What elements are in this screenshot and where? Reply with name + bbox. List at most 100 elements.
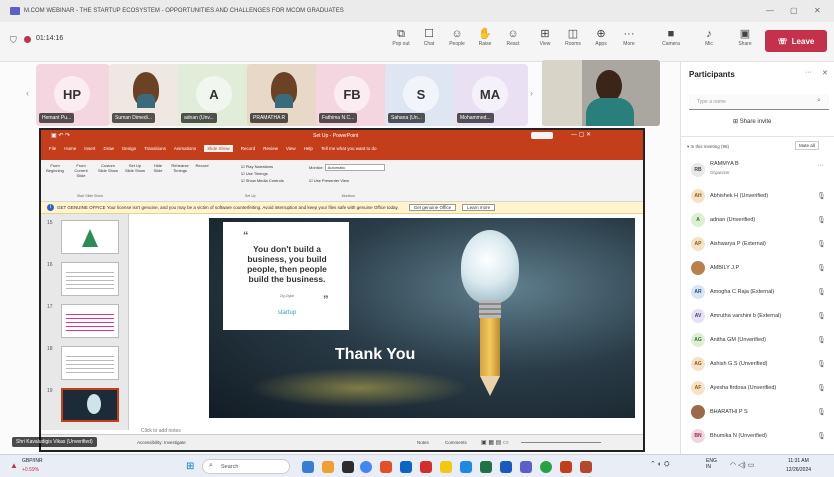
show-media-controls-checkbox[interactable]: ☑ Show Media Controls — [241, 177, 284, 184]
view-button[interactable]: ⊞ View — [532, 27, 558, 47]
participant-row[interactable]: A adnan (Unverified) 🎙 — [681, 208, 834, 232]
tab-record[interactable]: Record — [241, 146, 256, 152]
view-buttons-icon[interactable]: ▣ ▦ ▤ ▭ — [481, 439, 509, 446]
share-button[interactable]: ▣ Share — [732, 27, 758, 47]
popout-button[interactable]: ⧉ Pop out — [388, 27, 414, 47]
tab-help[interactable]: Help — [304, 146, 313, 152]
rehearse-button[interactable]: Rehearse Timings — [170, 163, 190, 178]
language-indicator[interactable]: ENG IN — [706, 458, 717, 470]
react-button[interactable]: ☺ React — [500, 27, 526, 47]
wifi-volume-battery-icon[interactable]: ◠ ◁) ▭ — [730, 461, 754, 469]
file-explorer-icon[interactable] — [440, 461, 452, 473]
meeting-section-toggle[interactable]: ▾ In this meeting (98) — [687, 144, 729, 150]
share-invite-button[interactable]: ⊞ Share invite — [733, 118, 771, 125]
tab-review[interactable]: Review — [263, 146, 278, 152]
scroll-left-icon[interactable]: ‹ — [26, 88, 29, 98]
ellipsis-icon[interactable]: ··· — [805, 69, 812, 76]
app-icon[interactable] — [302, 461, 314, 473]
more-button[interactable]: ··· More — [616, 27, 642, 47]
participant-tile[interactable]: MA Mohammed... — [454, 64, 528, 126]
chrome-icon[interactable] — [360, 461, 372, 473]
mute-all-button[interactable]: Mute all — [795, 141, 819, 150]
app-icon[interactable] — [420, 461, 432, 473]
participant-tile[interactable]: FB Fathima N.C... — [316, 64, 390, 126]
excel-icon[interactable] — [480, 461, 492, 473]
sign-in-button[interactable] — [531, 132, 553, 139]
play-narrations-checkbox[interactable]: ☑ Play Narrations — [241, 163, 284, 170]
maximize-icon[interactable]: ▢ — [790, 6, 798, 15]
tab-slide-show[interactable]: Slide Show — [204, 145, 233, 152]
save-icon[interactable]: ▣ ↶ ↷ — [51, 132, 70, 139]
stocks-icon[interactable]: ▲ — [10, 461, 18, 470]
close-panel-icon[interactable]: ✕ — [822, 69, 828, 77]
learn-more-button[interactable]: Learn more — [462, 204, 496, 211]
participant-row[interactable]: AV Amrutha varshini b (External) 🎙 — [681, 304, 834, 328]
camera-button[interactable]: ■ Camera — [658, 27, 684, 47]
raise-hand-button[interactable]: ✋ Raise — [472, 27, 498, 47]
participant-row[interactable]: BN Bhumika N (Unverified) 🎙 — [681, 424, 834, 448]
clock-date[interactable]: 12/26/2024 — [786, 467, 811, 473]
participant-tile[interactable]: Suman Dimedi... — [109, 64, 183, 126]
get-genuine-button[interactable]: Get genuine Office — [408, 204, 457, 211]
accessibility-status[interactable]: Accessibility: Investigate — [137, 440, 186, 445]
chat-button[interactable]: ☐ Chat — [416, 27, 442, 47]
people-button[interactable]: ☺ People — [444, 27, 470, 47]
window-controls-icon[interactable]: — ▢ ✕ — [571, 131, 591, 138]
app-icon[interactable] — [400, 461, 412, 473]
comments-button[interactable]: Comments — [445, 440, 467, 445]
notes-button[interactable]: Notes — [417, 440, 429, 445]
mic-button[interactable]: ♪ Mic — [696, 27, 722, 47]
app-icon[interactable] — [380, 461, 392, 473]
tab-transitions[interactable]: Transitions — [144, 146, 166, 152]
app-icon[interactable] — [460, 461, 472, 473]
setup-show-button[interactable]: Set Up Slide Show — [124, 163, 146, 178]
participant-tile[interactable]: S Sahana (Un... — [385, 64, 459, 126]
zoom-slider[interactable] — [521, 442, 601, 443]
monitor-dropdown[interactable]: Automatic — [324, 164, 385, 171]
tab-draw[interactable]: Draw — [104, 146, 115, 152]
slide-thumbnail[interactable] — [61, 304, 119, 338]
tell-me-search[interactable]: Tell me what you want to do — [321, 146, 377, 152]
monitor-selector[interactable]: Monitor: Automatic — [309, 164, 385, 171]
slide-thumbnail-selected[interactable] — [61, 388, 119, 422]
apps-button[interactable]: ⊕ Apps — [588, 27, 614, 47]
participant-tile[interactable]: HP Hemant Pu... — [36, 64, 110, 126]
app-icon[interactable] — [342, 461, 354, 473]
clock-time[interactable]: 11:31 AM — [788, 458, 809, 464]
leave-button[interactable]: ☏ Leave — [765, 30, 827, 52]
tab-insert[interactable]: Insert — [84, 146, 95, 152]
participant-tile[interactable]: A adnan (Unv... — [178, 64, 252, 126]
presenter-view-checkbox[interactable]: ☑ Use Presenter View — [309, 178, 349, 183]
scroll-right-icon[interactable]: › — [530, 88, 533, 98]
participant-row[interactable]: AG Anitha GM (Unverified) 🎙 — [681, 328, 834, 352]
from-current-button[interactable]: From Current Slide — [70, 163, 92, 178]
app-icon[interactable] — [580, 461, 592, 473]
teams-icon[interactable] — [520, 461, 532, 473]
participant-tile[interactable]: PRAMATHA R — [247, 64, 321, 126]
speaker-video-tile[interactable] — [542, 60, 660, 126]
slide-thumbnail[interactable] — [61, 346, 119, 380]
use-timings-checkbox[interactable]: ☑ Use Timings — [241, 170, 284, 177]
tab-home[interactable]: Home — [64, 146, 76, 152]
slide-thumbnail[interactable] — [61, 220, 119, 254]
participant-row[interactable]: RB RAMMYA B Organizer ··· — [681, 158, 834, 182]
custom-show-button[interactable]: Custom Slide Show — [97, 163, 119, 178]
record-button[interactable]: Record — [195, 163, 209, 178]
rooms-button[interactable]: ◫ Rooms — [560, 27, 586, 47]
participant-row[interactable]: BHARATHI P S 🎙 — [681, 400, 834, 424]
from-beginning-button[interactable]: From Beginning — [45, 163, 65, 178]
tab-view[interactable]: View — [286, 146, 296, 152]
participant-row[interactable]: AF Ayesha firdosa (Unverified) 🎙 — [681, 376, 834, 400]
system-tray-icon[interactable]: ⌃ ◐ ⛭ — [650, 460, 670, 469]
word-icon[interactable] — [500, 461, 512, 473]
app-icon[interactable] — [322, 461, 334, 473]
participant-row[interactable]: AMBILY J.P 🎙 — [681, 256, 834, 280]
tab-design[interactable]: Design — [122, 146, 136, 152]
hide-slide-button[interactable]: Hide Slide — [151, 163, 165, 178]
ellipsis-icon[interactable]: ··· — [817, 162, 824, 169]
slide-thumbnail[interactable] — [61, 262, 119, 296]
current-slide[interactable]: “ You don't build a business, you build … — [209, 218, 635, 418]
minimize-icon[interactable]: — — [766, 6, 774, 15]
participant-row[interactable]: AP Aishwarya P (External) 🎙 — [681, 232, 834, 256]
participant-row[interactable]: AG Ashish G.S (Unverified) 🎙 — [681, 352, 834, 376]
